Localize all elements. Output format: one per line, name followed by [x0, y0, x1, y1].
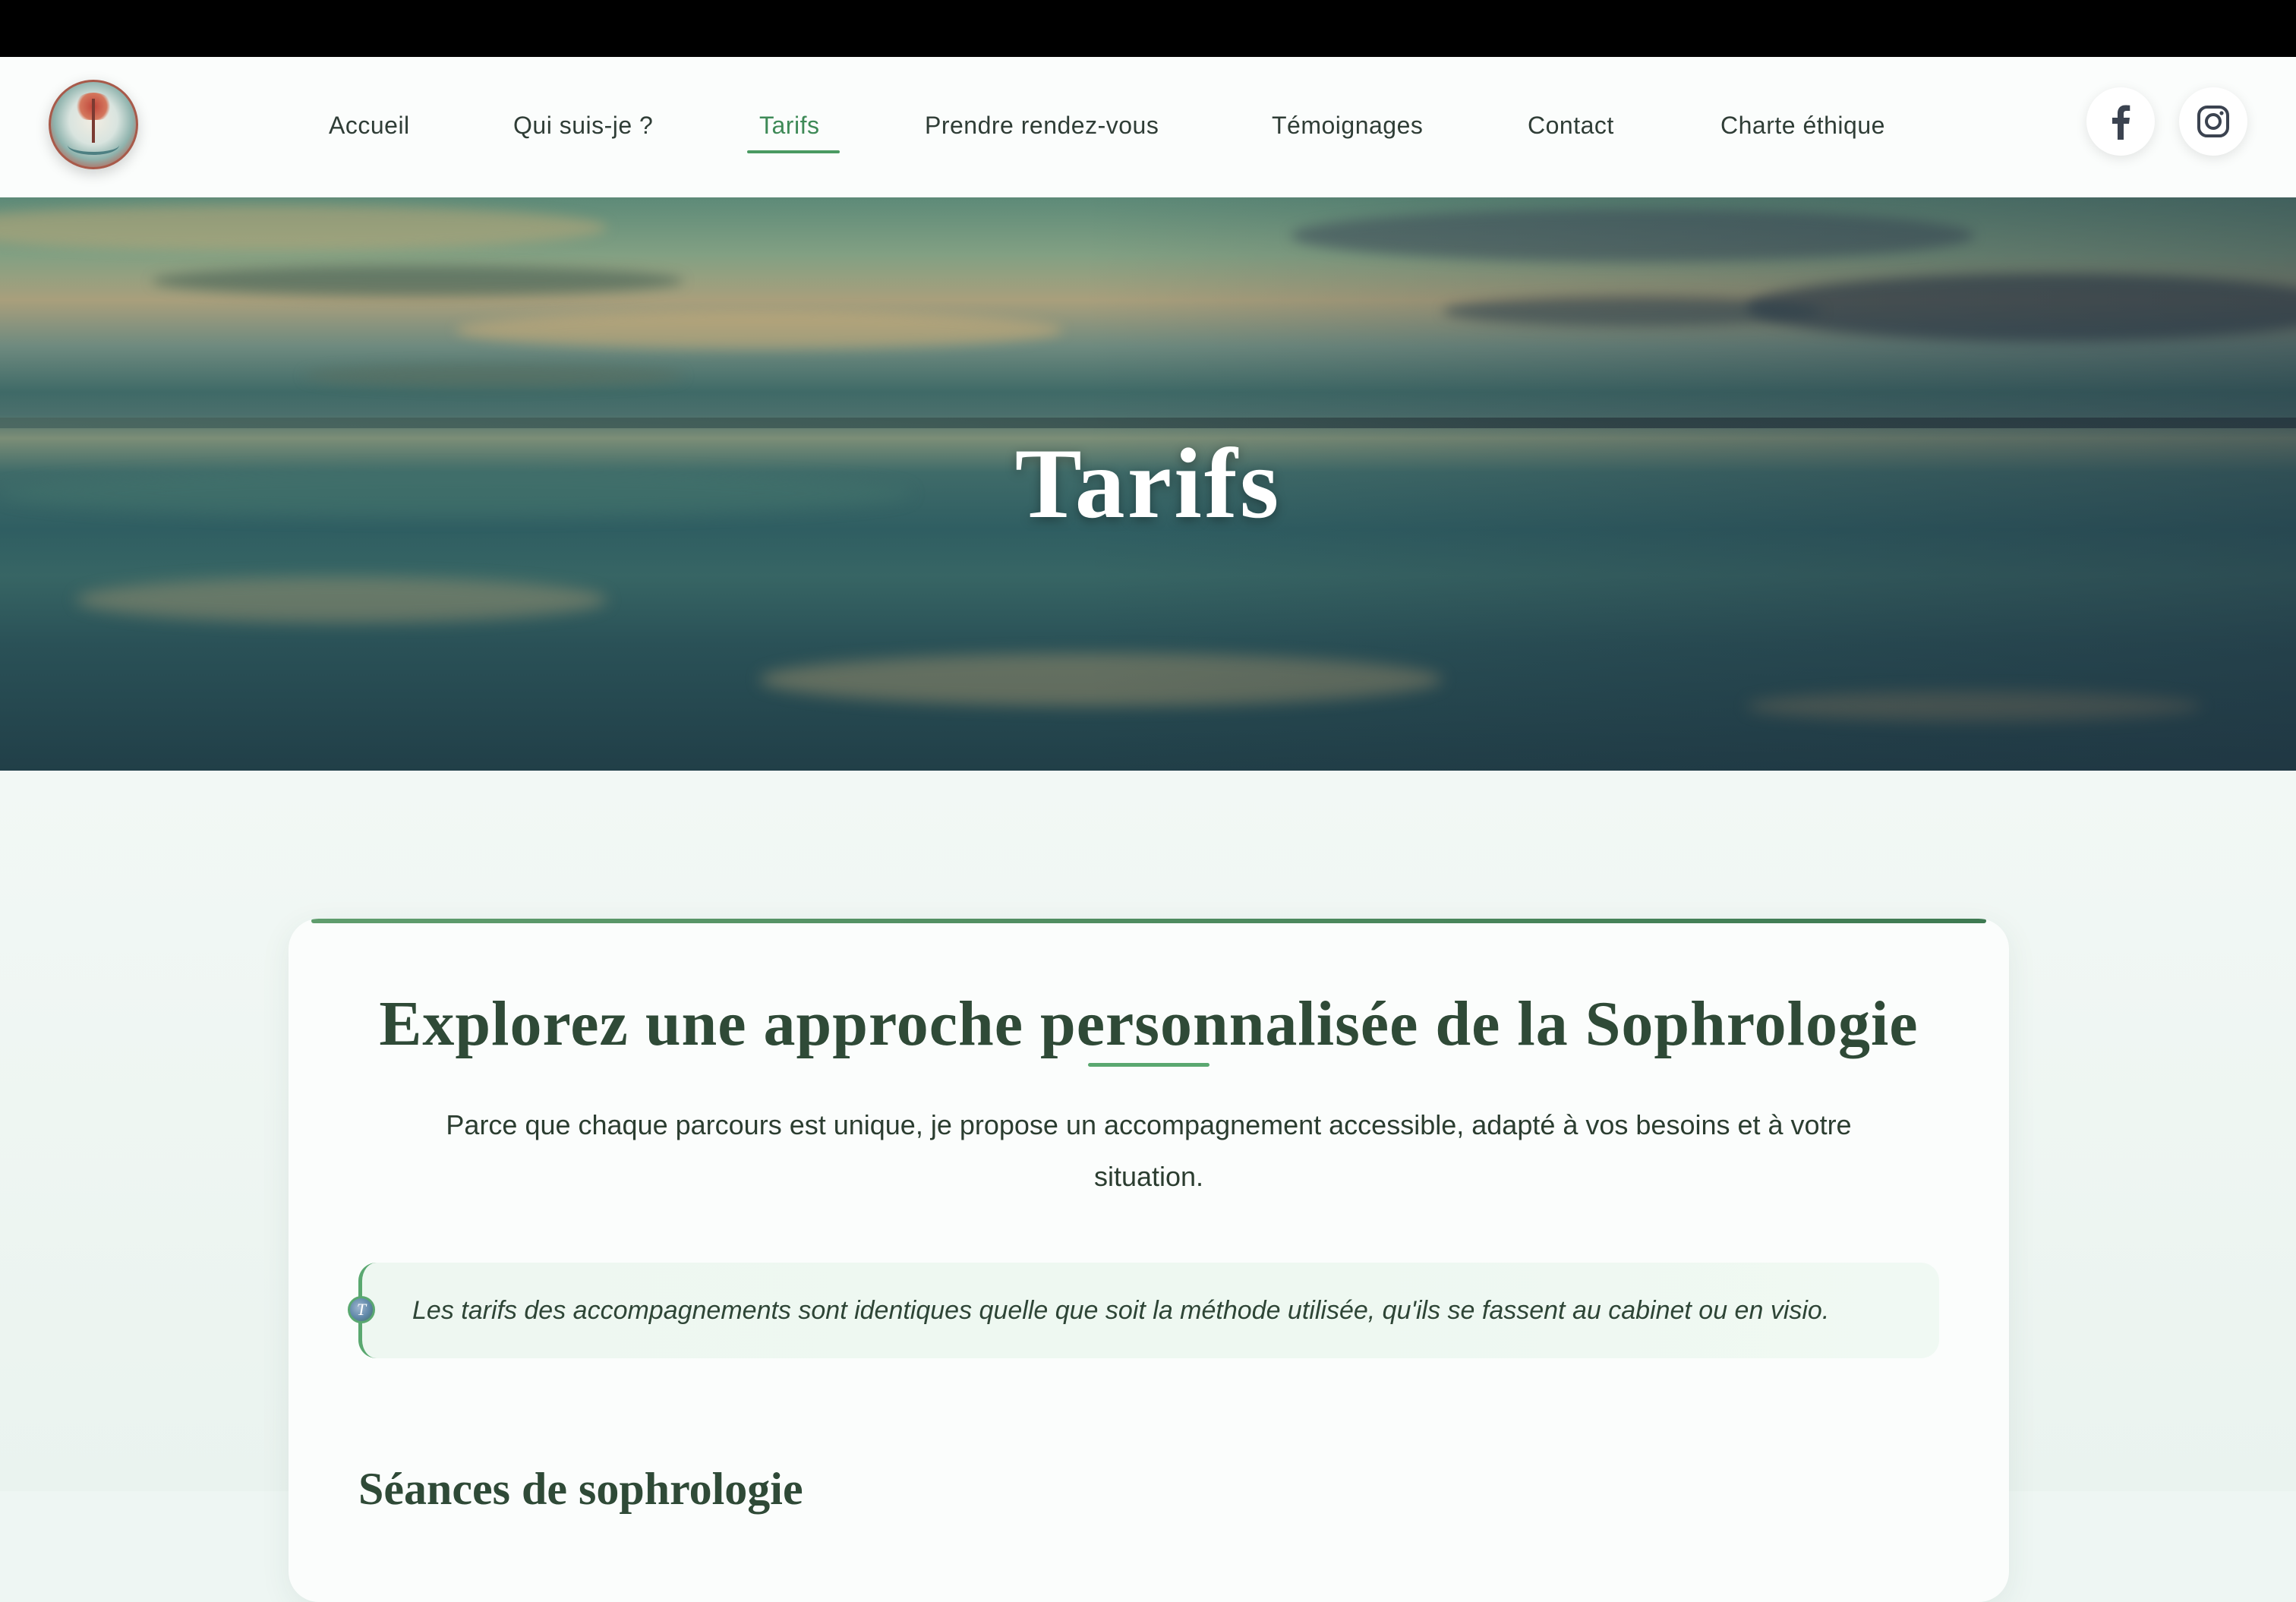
title-underline	[1088, 1063, 1210, 1067]
hero-banner: Tarifs	[0, 197, 2296, 771]
note-marker-icon: T	[348, 1296, 375, 1323]
main-content: Explorez une approche personnalisée de l…	[0, 771, 2296, 1602]
card-intro-line-1: Parce que chaque parcours est unique, je…	[446, 1109, 1852, 1140]
card-intro: Parce que chaque parcours est unique, je…	[364, 1099, 1933, 1203]
nav-item-qui-suis-je[interactable]: Qui suis-je ?	[513, 112, 653, 145]
facebook-button[interactable]	[2086, 87, 2155, 156]
main-navigation: Accueil Qui suis-je ? Tarifs Prendre ren…	[0, 57, 2296, 197]
instagram-button[interactable]	[2179, 87, 2247, 156]
nav-item-tarifs[interactable]: Tarifs	[759, 112, 819, 145]
hero-cloud	[304, 364, 683, 387]
instagram-icon	[2197, 106, 2229, 137]
nav-item-temoignages[interactable]: Témoignages	[1272, 112, 1423, 145]
facebook-icon	[2112, 105, 2130, 140]
nav-item-accueil[interactable]: Accueil	[329, 112, 410, 145]
pricing-note-text: Les tarifs des accompagnements sont iden…	[412, 1295, 1830, 1325]
hero-cloud	[152, 266, 683, 296]
page-title: Tarifs	[1014, 427, 1282, 539]
nav-item-contact[interactable]: Contact	[1528, 112, 1614, 145]
hero-reflection	[76, 577, 607, 623]
hero-cloud	[456, 311, 1063, 349]
nav-item-charte-ethique[interactable]: Charte éthique	[1720, 112, 1885, 145]
pricing-card: Explorez une approche personnalisée de l…	[289, 919, 2009, 1602]
card-accent-line	[311, 919, 1986, 923]
site-header: Accueil Qui suis-je ? Tarifs Prendre ren…	[0, 57, 2296, 197]
section-title: Séances de sophrologie	[358, 1464, 803, 1514]
nav-item-prendre-rendez-vous[interactable]: Prendre rendez-vous	[925, 112, 1159, 145]
card-title: Explorez une approche personnalisée de l…	[379, 989, 1919, 1059]
card-intro-line-2: situation.	[1093, 1161, 1204, 1192]
nav-active-underline	[747, 150, 840, 153]
pricing-note: T Les tarifs des accompagnements sont id…	[348, 1263, 1939, 1358]
hero-cloud	[0, 205, 607, 251]
browser-top-bar	[0, 0, 2296, 57]
